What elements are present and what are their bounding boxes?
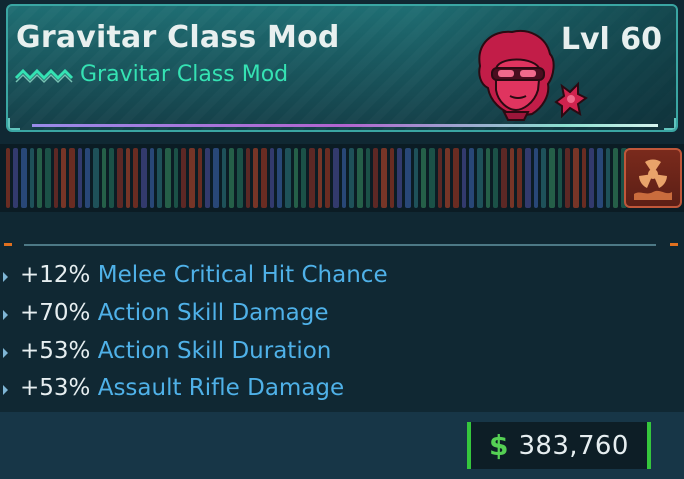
stat-label: Melee Critical Hit Chance [97, 262, 388, 288]
item-type-label: Gravitar Class Mod [80, 62, 289, 87]
dollar-icon: $ [489, 429, 509, 462]
bullet-icon [3, 310, 8, 320]
rarity-chevrons-icon [14, 66, 74, 84]
stat-value: +53% [20, 375, 91, 401]
stat-row: +53% Action Skill Duration [0, 336, 684, 370]
item-level: Lvl 60 [560, 22, 662, 57]
manufacturer-band [0, 144, 684, 212]
stat-value: +53% [20, 338, 91, 364]
item-name: Gravitar Class Mod [16, 20, 340, 55]
item-header: Gravitar Class Mod Gravitar Class Mod Lv… [6, 4, 678, 132]
stat-row: +70% Action Skill Damage [0, 298, 684, 332]
bullet-icon [3, 385, 8, 395]
stat-row: +12% Melee Critical Hit Chance [0, 260, 684, 294]
divider-tick [4, 243, 12, 246]
price-box: $ 383,760 [467, 422, 651, 469]
stat-row: +53% Assault Rifle Damage [0, 373, 684, 407]
header-underline [32, 124, 658, 127]
corner-marker [8, 118, 20, 130]
item-type-row: Gravitar Class Mod [14, 62, 288, 87]
divider-tick [670, 243, 678, 246]
stat-label: Action Skill Duration [97, 338, 332, 364]
section-divider [24, 244, 656, 246]
bullet-icon [3, 272, 8, 282]
stat-value: +12% [20, 262, 91, 288]
corner-marker [664, 118, 676, 130]
radiation-element-icon [624, 148, 682, 208]
stat-label: Action Skill Damage [97, 300, 329, 326]
item-price: 383,760 [518, 430, 629, 461]
item-card: Gravitar Class Mod Gravitar Class Mod Lv… [0, 0, 684, 479]
stat-label: Assault Rifle Damage [97, 375, 345, 401]
bullet-icon [3, 348, 8, 358]
stat-value: +70% [20, 300, 91, 326]
